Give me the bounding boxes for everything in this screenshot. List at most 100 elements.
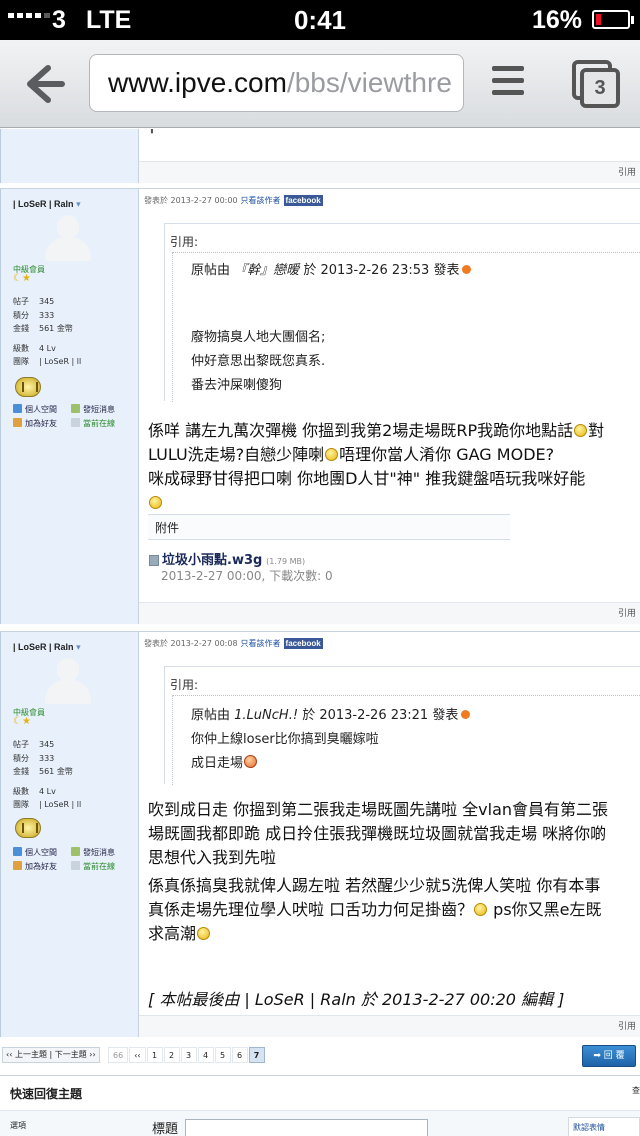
user-space-link[interactable]: 個人空間: [13, 403, 71, 417]
browser-toolbar: www.ipve.com/bbs/viewthre 3: [0, 40, 640, 128]
goto-post-icon[interactable]: [462, 265, 472, 274]
tabs-icon[interactable]: 3: [572, 60, 622, 110]
page-link[interactable]: 2: [163, 1047, 180, 1063]
online-status: 當前在線: [71, 417, 129, 431]
user-icon: [71, 418, 80, 427]
post-body: 係咩 講左九萬次彈機 你搵到我第2場走場既RP我跪你地點話對 LULU洗走場?自…: [148, 419, 604, 515]
quick-reply-title: 快速回復主題: [10, 1087, 83, 1101]
post-sidebar: | LoSeR | Raln ▾ 中級會員 ☾★ 帖子 345 積分 333 金錢 5…: [0, 189, 139, 624]
quote-border: ┃: [148, 129, 156, 134]
angry-emoji-icon: [244, 755, 258, 768]
quick-reply-side-link[interactable]: 查: [632, 1085, 640, 1096]
avatar[interactable]: [43, 215, 93, 261]
send-message-link[interactable]: 發短消息: [71, 846, 129, 860]
envelope-icon: [71, 404, 80, 413]
page-total: 66: [108, 1047, 129, 1063]
quoted-author[interactable]: 『幹』戀暧: [234, 263, 299, 278]
reply-button[interactable]: ➡ 回 覆: [582, 1045, 636, 1067]
shy-emoji-icon: [149, 496, 162, 509]
quote-block: 引用: 原帖由 1.LuNcH.! 於 2013-2-26 23:21 發表 你…: [164, 666, 640, 785]
subject-label: 標題: [152, 1122, 179, 1136]
quote-line: 仲好意思出黎既您真系.: [191, 354, 326, 369]
post-sidebar: [0, 129, 139, 183]
post: | LoSeR | Raln ▾ 中級會員 ☾★ 帖子 345 積分 333 金錢 5…: [0, 631, 640, 1037]
quote-line: 成日走場: [191, 752, 258, 771]
smile-emoji-icon: [197, 927, 211, 940]
add-friend-link[interactable]: 加為好友: [13, 860, 71, 874]
post-sidebar: | LoSeR | Raln ▾ 中級會員 ☾★ 帖子 345 積分 333 金錢 5…: [0, 632, 139, 1037]
subject-input[interactable]: [185, 1119, 428, 1136]
default-emoji-tab[interactable]: 默認表情: [568, 1117, 640, 1136]
page-link[interactable]: 4: [197, 1047, 214, 1063]
pagination-bar: ‹‹ 上一主題 | 下一主題 ›› 66 ‹‹ 1 2 3 4 5 6 7 ➡ …: [0, 1041, 640, 1075]
user-links: 個人空間 發短消息 加為好友 當前在線: [13, 846, 138, 874]
page-link[interactable]: 3: [180, 1047, 197, 1063]
attachment-header: 附件: [148, 514, 510, 540]
add-friend-icon: [13, 418, 22, 427]
quoted-author[interactable]: 1.LuNcH.!: [234, 708, 298, 723]
attachment-meta: 2013-2-27 00:00, 下載次數: 0: [161, 569, 333, 583]
forum-thread: ┃ 引用 | LoSeR | Raln ▾ 中級會員 ☾★ 帖子345 積分33…: [0, 129, 640, 1136]
reply-link[interactable]: 引用: [139, 1015, 640, 1037]
avatar[interactable]: [43, 658, 93, 704]
status-bar: 3 LTE 0:41 16%: [0, 0, 640, 40]
quote-title: 引用:: [170, 678, 199, 692]
url-host: www.ipve.com: [108, 67, 287, 98]
quick-reply-panel: 快速回復主題 查 選項 標題 默認表情: [0, 1075, 640, 1136]
url-path: /bbs/viewthre: [286, 67, 452, 98]
facebook-share-button[interactable]: facebook: [283, 195, 323, 206]
author-name[interactable]: | LoSeR | Raln ▾: [13, 199, 138, 210]
shy-emoji-icon: [474, 903, 488, 916]
user-icon: [71, 861, 80, 870]
post-body: 吹到成日走 你搵到第二張我走場既圖先講啦 全vlan會員有第二張 場既圖我都即跪…: [148, 800, 609, 943]
rank-stars-icon: ☾★: [13, 273, 31, 284]
post-meta: 發表於 2013-2-27 00:08 只看該作者 facebook: [144, 638, 323, 649]
goto-post-icon[interactable]: [461, 710, 471, 719]
attachment-name[interactable]: 垃圾小雨點.w3g: [162, 553, 262, 568]
medal-icon: [15, 818, 41, 838]
quote-line: 廢物搞臭人地大團個名;: [191, 330, 326, 345]
send-message-link[interactable]: 發短消息: [71, 403, 129, 417]
medal-icon: [15, 377, 41, 397]
quote-line: 番去沖屎喇傻狗: [191, 378, 283, 393]
author-name[interactable]: | LoSeR | Raln ▾: [13, 642, 138, 653]
page-current: 7: [248, 1047, 265, 1063]
add-friend-link[interactable]: 加為好友: [13, 417, 71, 431]
user-stats: 帖子 345 積分 333 金錢 561 金幣 級數 4 Lv 團隊 | LoSeR | …: [13, 297, 82, 366]
prev-next-thread-link[interactable]: ‹‹ 上一主題 | 下一主題 ››: [2, 1047, 100, 1063]
user-links: 個人空間 發短消息 加為好友 當前在線: [13, 403, 138, 431]
quote-block: 引用: 原帖由 『幹』戀暧 於 2013-2-26 23:53 發表 廢物搞臭人…: [164, 223, 640, 402]
attachment-file[interactable]: 垃圾小雨點.w3g (1.79 MB): [149, 549, 305, 568]
page-link[interactable]: 1: [146, 1047, 163, 1063]
smile-emoji-icon: [574, 424, 588, 437]
user-stats: 帖子 345 積分 333 金錢 561 金幣 級數 4 Lv 團隊 | LoSeR | …: [13, 740, 82, 809]
facebook-share-button[interactable]: facebook: [283, 638, 323, 649]
quote-title: 引用:: [170, 235, 199, 249]
page-link[interactable]: 5: [214, 1047, 231, 1063]
hamburger-menu-icon[interactable]: [492, 66, 524, 102]
quote-header: 原帖由 1.LuNcH.! 於 2013-2-26 23:21 發表: [191, 704, 471, 723]
page-link[interactable]: 6: [231, 1047, 248, 1063]
options-label: 選項: [10, 1121, 26, 1130]
quote-line: 你仲上線loser比你搞到臭曬嫁啦: [191, 732, 379, 747]
reply-link[interactable]: 引用: [139, 161, 640, 183]
address-bar[interactable]: www.ipve.com/bbs/viewthre: [89, 54, 464, 112]
user-space-link[interactable]: 個人空間: [13, 846, 71, 860]
back-arrow-icon[interactable]: [22, 62, 66, 106]
home-icon: [13, 404, 22, 413]
page-first-link[interactable]: ‹‹: [129, 1047, 146, 1063]
add-friend-icon: [13, 861, 22, 870]
rank-stars-icon: ☾★: [13, 716, 31, 727]
reply-link[interactable]: 引用: [139, 602, 640, 624]
previous-post: ┃ 引用: [0, 129, 640, 183]
only-author-link[interactable]: 只看該作者: [241, 639, 281, 648]
home-icon: [13, 847, 22, 856]
edit-note: [ 本帖最後由 | LoSeR | Raln 於 2013-2-27 00:20…: [148, 990, 565, 1009]
post-meta: 發表於 2013-2-27 00:00 只看該作者 facebook: [144, 195, 323, 206]
quote-header: 原帖由 『幹』戀暧 於 2013-2-26 23:53 發表: [191, 259, 472, 278]
tab-count: 3: [580, 68, 620, 108]
only-author-link[interactable]: 只看該作者: [241, 196, 281, 205]
laugh-emoji-icon: [325, 448, 339, 461]
attachment-size: (1.79 MB): [266, 557, 306, 566]
online-status: 當前在線: [71, 860, 129, 874]
